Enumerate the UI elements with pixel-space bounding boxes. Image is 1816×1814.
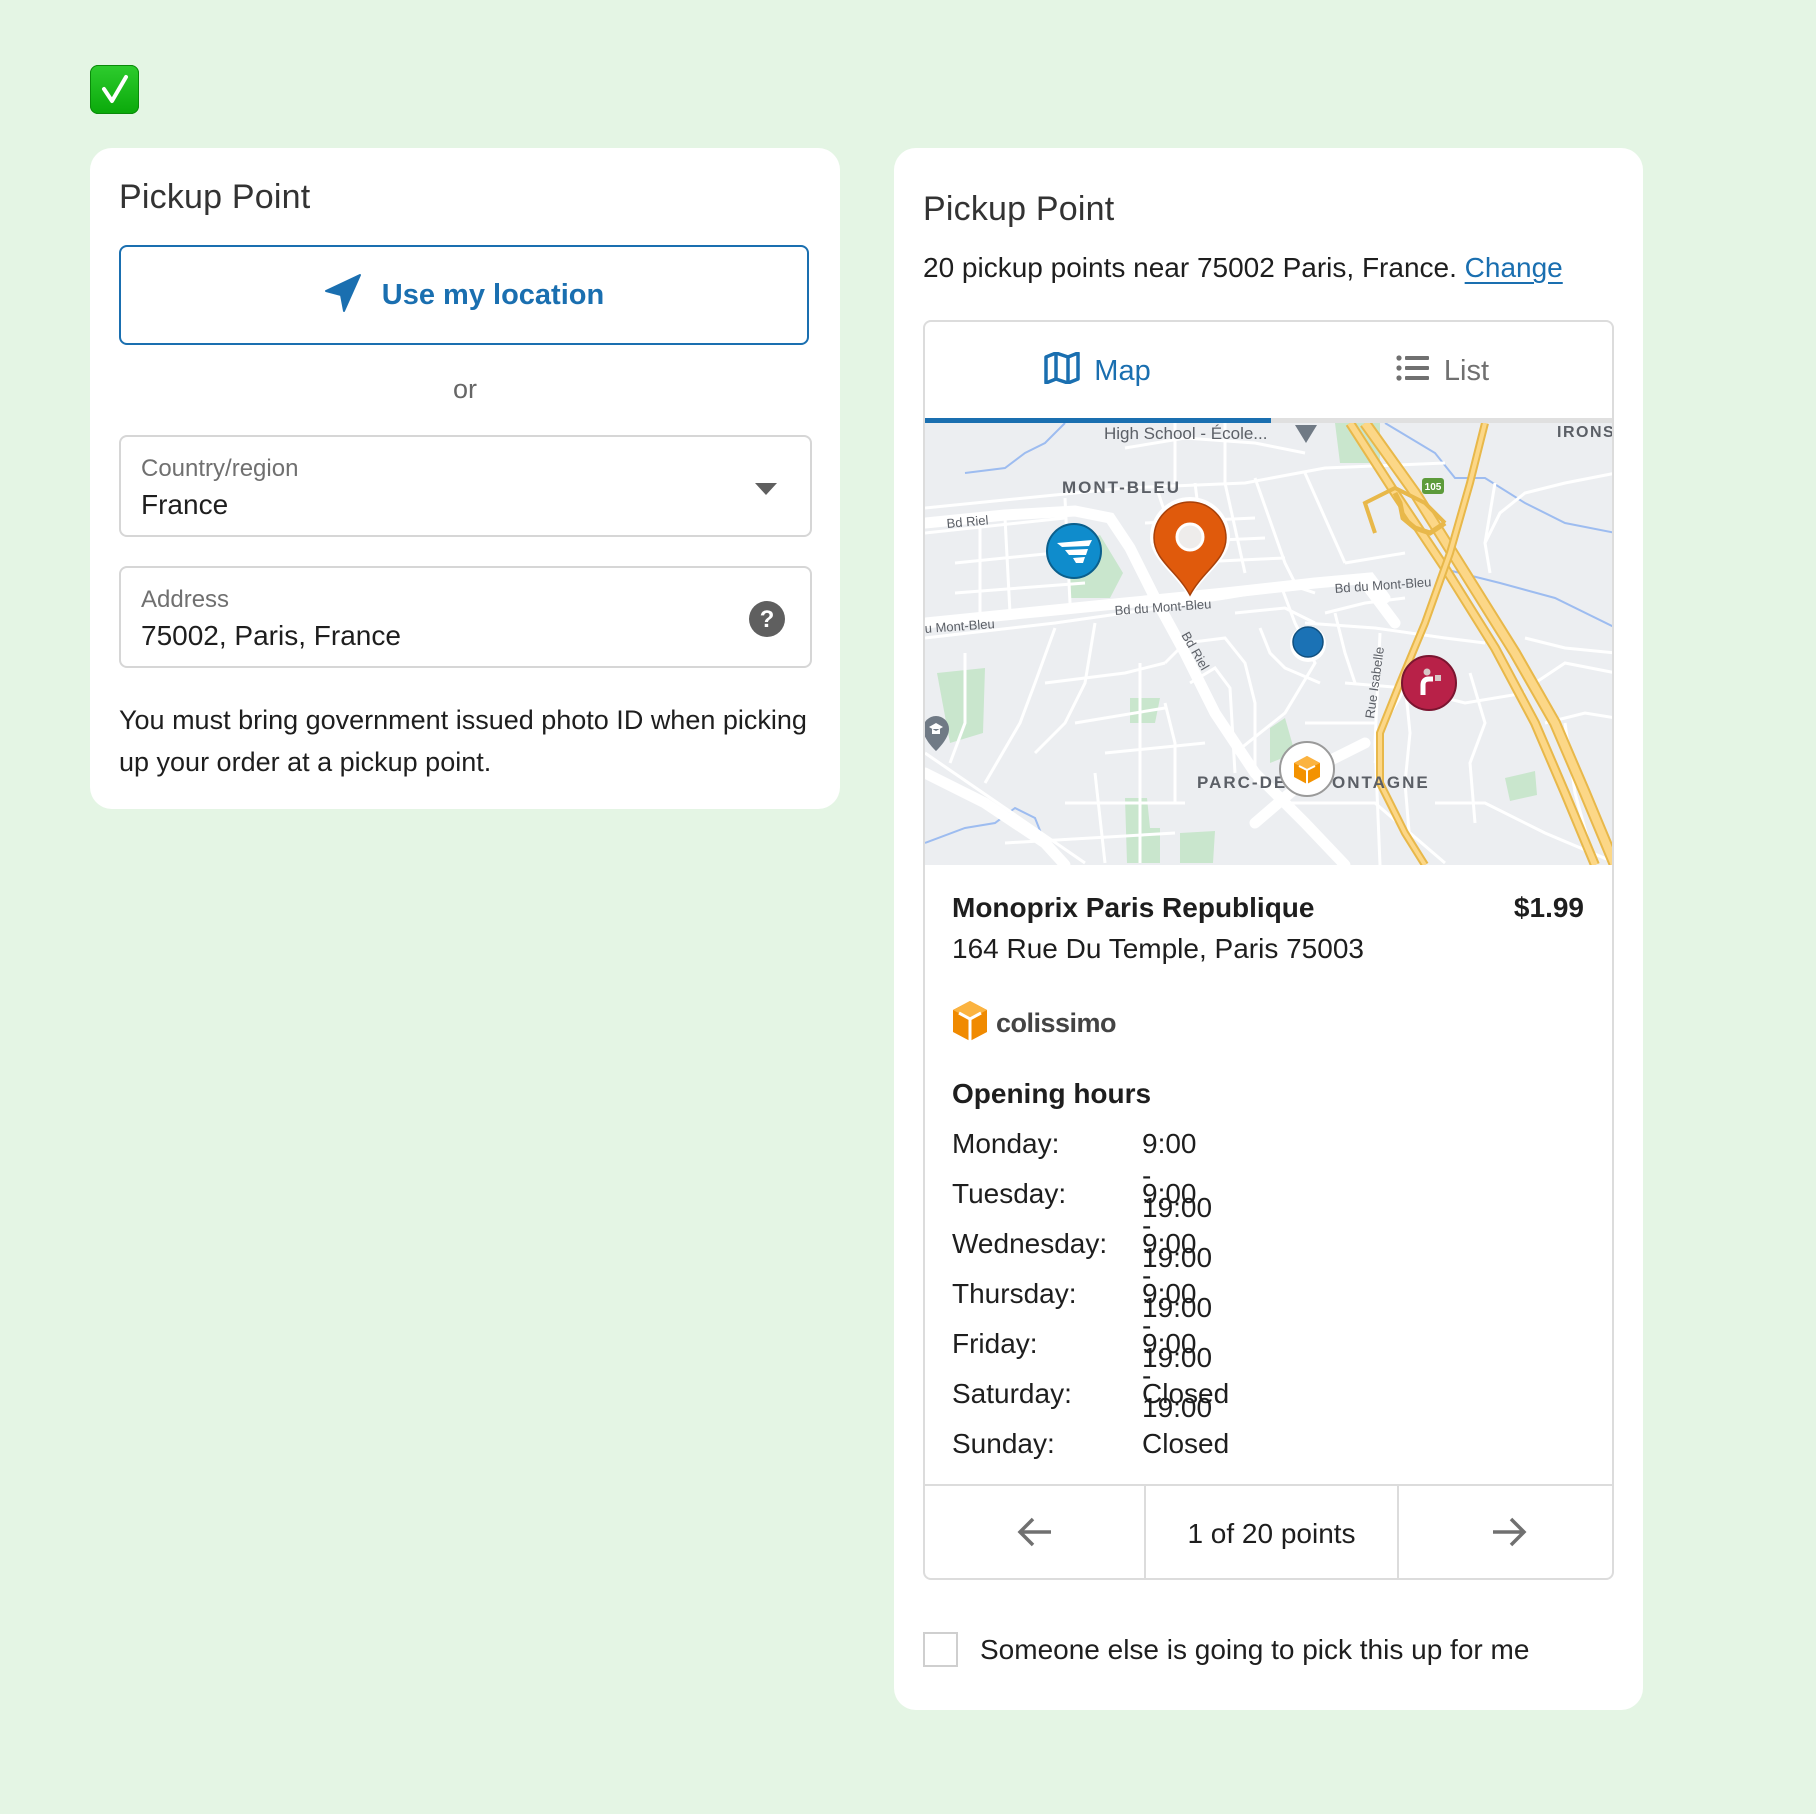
help-question-icon[interactable]: ? <box>748 600 786 643</box>
map-label-mont-bleu: MONT-BLEU <box>1062 478 1181 497</box>
hours-day: Saturday: <box>952 1378 1072 1409</box>
hours-day: Friday: <box>952 1328 1038 1359</box>
country-region-label: Country/region <box>141 455 299 482</box>
check-mark-button-icon <box>90 65 139 114</box>
current-location-dot <box>1290 626 1326 662</box>
pickup-point-price: $1.99 <box>1513 892 1584 923</box>
carrier-marker-relais[interactable] <box>1401 655 1457 711</box>
use-my-location-button[interactable]: Use my location <box>119 245 809 345</box>
chevron-down-icon <box>755 482 777 500</box>
hours-time: Closed <box>1142 1378 1230 1409</box>
carrier-name: colissimo <box>996 1008 1117 1038</box>
carrier-marker-colissimo[interactable] <box>1279 741 1335 797</box>
tab-map[interactable]: Map <box>925 322 1270 421</box>
list-icon <box>1396 354 1430 389</box>
pickup-point-pagination: 1 of 20 points <box>925 1484 1612 1578</box>
change-location-link[interactable]: Change <box>1465 252 1563 283</box>
previous-point-button[interactable] <box>925 1486 1146 1578</box>
tab-list[interactable]: List <box>1270 322 1612 421</box>
pickup-point-name: Monoprix Paris Republique <box>952 892 1315 923</box>
card-title: Pickup Point <box>119 178 311 216</box>
pickup-points-panel: Map List 105 High School - École... MONT… <box>923 320 1614 1580</box>
school-pin-icon <box>1295 425 1317 443</box>
map-parks <box>937 423 1537 863</box>
tab-list-label: List <box>1443 355 1490 387</box>
carrier-logo: colissimo <box>952 1000 1117 1047</box>
country-region-value: France <box>141 489 229 520</box>
pickup-point-results-card: Pickup Point 20 pickup points near 75002… <box>894 148 1643 1710</box>
hours-day: Wednesday: <box>952 1228 1108 1259</box>
pickup-map[interactable]: 105 High School - École... MONT-BLEU IRO… <box>925 419 1614 871</box>
arrow-left-icon <box>1017 1516 1053 1553</box>
tab-map-label: Map <box>1094 355 1151 387</box>
card-title: Pickup Point <box>923 190 1115 228</box>
map-label-parc-de-la-montagne: ONTAGNE <box>1332 773 1430 792</box>
results-summary: 20 pickup points near 75002 Paris, Franc… <box>923 252 1563 284</box>
address-input[interactable]: Address 75002, Paris, France ? <box>119 566 812 668</box>
selected-location-pin[interactable] <box>1150 497 1230 599</box>
results-summary-text: 20 pickup points near 75002 Paris, Franc… <box>923 252 1457 283</box>
or-divider-text: or <box>452 374 477 404</box>
map-main-roads <box>925 505 1401 871</box>
route-105-shield: 105 <box>1422 478 1444 494</box>
colissimo-box-icon <box>952 1000 988 1047</box>
map-label-rue-isabelle: Rue Isabelle <box>1362 646 1387 720</box>
someone-else-pickup-label: Someone else is going to pick this up fo… <box>980 1633 1530 1665</box>
pickup-point-search-card: Pickup Point Use my location or Country/… <box>90 148 840 809</box>
hours-day: Thursday: <box>952 1278 1077 1309</box>
someone-else-pickup-checkbox[interactable] <box>923 1632 958 1667</box>
opening-hours-title: Opening hours <box>952 1078 1152 1109</box>
hours-time: Closed <box>1142 1428 1230 1459</box>
next-point-button[interactable] <box>1397 1486 1612 1578</box>
address-label: Address <box>141 586 230 613</box>
use-my-location-label: Use my location <box>381 278 605 311</box>
map-label-irons: IRONS <box>1557 424 1614 441</box>
photo-id-note: You must bring government issued photo I… <box>119 705 807 777</box>
hours-day: Sunday: <box>952 1428 1055 1459</box>
carrier-marker-blue[interactable] <box>1046 523 1102 579</box>
country-region-select[interactable]: Country/region France <box>119 435 812 537</box>
map-label-high-school: High School - École... <box>1104 424 1267 443</box>
map-icon <box>1044 350 1081 392</box>
school-marker-icon <box>925 716 949 751</box>
svg-text:105: 105 <box>1425 482 1442 493</box>
hours-day: Monday: <box>952 1128 1060 1159</box>
pickup-point-address: 164 Rue Du Temple, Paris 75003 <box>952 933 1364 964</box>
pagination-count: 1 of 20 points <box>1187 1518 1356 1549</box>
address-value: 75002, Paris, France <box>141 620 401 651</box>
hours-day: Tuesday: <box>952 1178 1067 1209</box>
someone-else-pickup-option[interactable]: Someone else is going to pick this up fo… <box>923 1632 1529 1667</box>
svg-text:?: ? <box>760 606 775 633</box>
arrow-right-icon <box>1491 1516 1527 1553</box>
navigation-arrow-icon <box>324 273 362 318</box>
